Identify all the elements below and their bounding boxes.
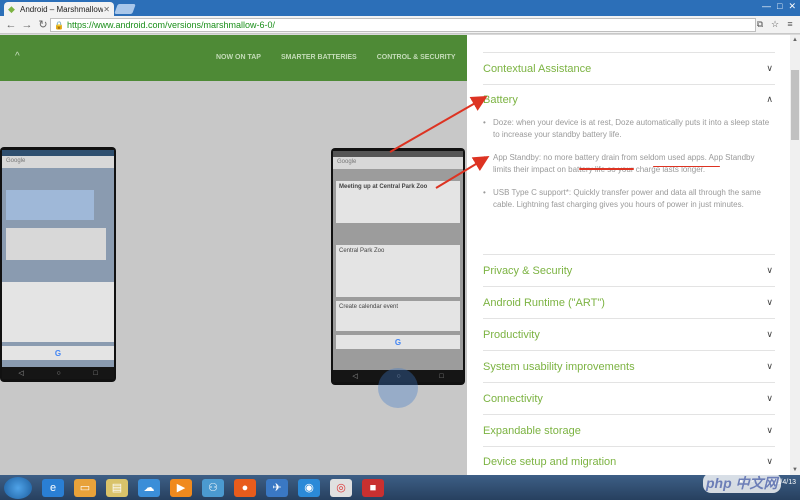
accordion-connectivity[interactable]: Connectivity ∨ [483,382,775,414]
folder-icon[interactable]: ▭ [74,478,96,497]
google-g-icon: G [2,346,114,360]
close-window-icon[interactable]: ✕ [788,1,796,12]
chat-bubble [6,228,106,260]
accordion-contextual-assistance[interactable]: Contextual Assistance ∨ [483,52,775,84]
chevron-down-icon: ∨ [766,297,773,307]
forward-icon[interactable]: → [20,18,34,32]
minimize-icon[interactable]: — [762,1,771,12]
battery-bullet-doze: Doze: when your device is at rest, Doze … [483,117,773,141]
recents-square-icon: □ [439,372,444,380]
chevron-up-icon[interactable]: ^ [15,51,20,62]
accordion-label: Device setup and migration [483,456,617,468]
bird-app-icon[interactable]: ✈ [266,478,288,497]
phone-search-bar: Google [2,156,114,168]
result-card [2,282,114,342]
back-triangle-icon: ◁ [352,373,358,380]
browser-tab[interactable]: ◆ Android – Marshmallow ✕ [4,2,114,16]
accordion-device-setup[interactable]: Device setup and migration ∨ [483,446,775,475]
translate-icon[interactable]: ⧉ [754,18,766,30]
chat-bubble [6,190,94,220]
home-circle-icon: ○ [56,369,61,377]
url-text: https://www.android.com/versions/marshma… [66,20,276,30]
accordion-label: Productivity [483,329,540,341]
chrome-icon[interactable]: ◎ [330,478,352,497]
phone-mockup-right: Google Meeting up at Central Park Zoo Ce… [331,148,465,385]
chevron-down-icon: ∨ [766,393,773,403]
new-tab-button[interactable] [114,4,136,14]
lock-icon: 🔒 [54,20,64,30]
chevron-down-icon: ∨ [766,63,773,73]
cloud-icon[interactable]: ☁ [138,478,160,497]
phone-mockup-left: Google G ◁ ○ □ [0,147,116,382]
accordion-label: Expandable storage [483,425,581,437]
back-icon[interactable]: ← [4,18,18,32]
window-controls: — □ ✕ [762,1,796,12]
windows-taskbar: e ▭ ▤ ☁ ▶ ⚇ ● ✈ ◉ ◎ ■ ▲ ♪ 2016/4/13 [0,475,800,500]
page-viewport: ^ NOW ON TAP SMARTER BATTERIES CONTROL &… [0,35,800,475]
scroll-up-icon[interactable]: ▲ [790,35,800,45]
accordion-label: System usability improvements [483,361,635,373]
chevron-up-icon: ∧ [766,94,773,104]
accordion-privacy-security[interactable]: Privacy & Security ∨ [483,254,775,286]
start-button[interactable] [4,476,32,499]
accordion-label: Contextual Assistance [483,63,592,75]
ie-icon[interactable]: e [42,478,64,497]
accordion-android-runtime[interactable]: Android Runtime ("ART") ∨ [483,286,775,318]
reload-icon[interactable]: ↻ [36,18,50,32]
accordion-label: Android Runtime ("ART") [483,297,605,309]
accordion-productivity[interactable]: Productivity ∨ [483,318,775,350]
accordion-system-usability[interactable]: System usability improvements ∨ [483,350,775,382]
red-underline-annotation [653,166,720,167]
android-nav-bar: ◁ ○ □ [2,367,114,379]
android-favicon-icon: ◆ [8,3,15,14]
phone-search-bar: Google [333,157,463,169]
chevron-down-icon: ∨ [766,456,773,466]
chevron-down-icon: ∨ [766,265,773,275]
close-tab-icon[interactable]: ✕ [103,5,110,14]
tap-card-headline: Meeting up at Central Park Zoo [336,181,460,223]
nav-link-smarter-batteries[interactable]: SMARTER BATTERIES [281,54,357,61]
toolbar-actions: ⧉ ☆ ≡ [754,18,796,30]
features-panel: Contextual Assistance ∨ Battery ∧ Doze: … [467,35,790,475]
qq-app-icon[interactable]: ◉ [298,478,320,497]
accordion-expandable-storage[interactable]: Expandable storage ∨ [483,414,775,446]
maximize-icon[interactable]: □ [777,1,782,12]
back-triangle-icon: ◁ [18,370,24,377]
chevron-down-icon: ∨ [766,329,773,339]
accordion-label: Battery [483,94,518,106]
media-player-icon[interactable]: ▶ [170,478,192,497]
touch-indicator [378,368,418,408]
page-scrollbar[interactable]: ▲ ▼ [790,35,800,475]
tap-card-calendar: Create calendar event [336,301,460,331]
battery-bullet-usb-c: USB Type C support*: Quickly transfer po… [483,187,773,211]
network-icon[interactable]: ⚇ [202,478,224,497]
browser-tab-strip: ◆ Android – Marshmallow ✕ — □ ✕ [0,0,800,16]
recents-square-icon: □ [93,369,98,377]
red-underline-annotation [579,168,634,170]
address-bar[interactable]: 🔒 https://www.android.com/versions/marsh… [50,18,756,32]
php-watermark-logo: php 中文网 [703,473,781,493]
battery-bullet-app-standby: App Standby: no more battery drain from … [483,152,773,176]
recorder-icon[interactable]: ■ [362,478,384,497]
chevron-down-icon: ∨ [766,361,773,371]
explorer-icon[interactable]: ▤ [106,478,128,497]
nav-link-now-on-tap[interactable]: NOW ON TAP [216,54,261,61]
tap-card-place: Central Park Zoo [336,245,460,297]
tab-title: Android – Marshmallow [20,4,104,14]
accordion-label: Connectivity [483,393,543,405]
scroll-thumb[interactable] [791,70,799,140]
firefox-icon[interactable]: ● [234,478,256,497]
scroll-down-icon[interactable]: ▼ [790,465,800,475]
accordion-label: Privacy & Security [483,265,573,277]
browser-toolbar: ← → ↻ 🔒 https://www.android.com/versions… [0,16,800,34]
nav-link-control-security[interactable]: CONTROL & SECURITY [377,54,456,61]
menu-icon[interactable]: ≡ [784,18,796,30]
bookmark-star-icon[interactable]: ☆ [769,18,781,30]
chevron-down-icon: ∨ [766,425,773,435]
google-g-icon: G [336,335,460,349]
